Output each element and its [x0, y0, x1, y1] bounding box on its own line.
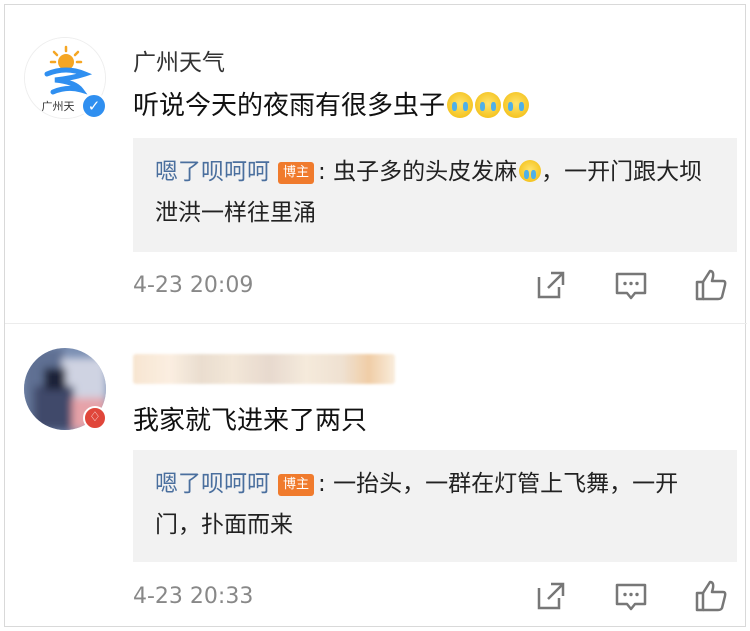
comment-item: 广州天 ✓ 广州天气 听说今天的夜雨有很多虫子 嗯了呗呵呵 博主: 虫子多的头皮发…	[5, 5, 747, 323]
reply-box[interactable]: 嗯了呗呵呵 博主: 虫子多的头皮发麻 ，一开门跟大坝泄洪一样往里涌	[133, 138, 737, 252]
comment-content: 听说今天的夜雨有很多虫子	[133, 85, 530, 122]
reply-content: 虫子多的头皮发麻	[333, 159, 518, 185]
timestamp: 4-23 20:33	[133, 584, 254, 609]
username-blurred[interactable]	[133, 354, 395, 384]
share-icon[interactable]	[533, 267, 569, 303]
reply-colon: :	[318, 471, 334, 497]
author-badge: 博主	[278, 162, 315, 184]
like-icon[interactable]	[693, 267, 729, 303]
comment-content: 我家就飞进来了两只	[133, 406, 368, 436]
comment-list: 广州天 ✓ 广州天气 听说今天的夜雨有很多虫子 嗯了呗呵呵 博主: 虫子多的头皮发…	[4, 4, 747, 628]
reply-text: 嗯了呗呵呵 博主: 虫子多的头皮发麻 ，一开门跟大坝泄洪一样往里涌	[155, 152, 717, 234]
comment-text: 听说今天的夜雨有很多虫子	[133, 91, 446, 121]
comment-icon[interactable]	[613, 578, 649, 614]
crying-emoji-icon	[475, 92, 502, 118]
comment-icon[interactable]	[613, 267, 649, 303]
reply-text: 嗯了呗呵呵 博主: 一抬头，一群在灯管上飞舞，一开门，扑面而来	[155, 464, 717, 546]
username[interactable]: 广州天气	[133, 43, 225, 77]
reply-box[interactable]: 嗯了呗呵呵 博主: 一抬头，一群在灯管上飞舞，一开门，扑面而来	[133, 450, 737, 562]
reply-colon: :	[318, 159, 334, 185]
comment-item: ♢ 我家就飞进来了两只 嗯了呗呵呵 博主: 一抬头，一群在灯管上飞舞，一开门，扑面…	[5, 323, 747, 628]
crying-emoji-icon	[519, 160, 542, 182]
reply-username[interactable]: 嗯了呗呵呵	[155, 159, 270, 185]
verified-badge-icon: ✓	[81, 93, 107, 119]
svg-text:广州天: 广州天	[42, 100, 75, 113]
author-badge: 博主	[278, 474, 315, 496]
reply-username[interactable]: 嗯了呗呵呵	[155, 471, 270, 497]
crying-emoji-icon	[447, 92, 474, 118]
timestamp: 4-23 20:09	[133, 273, 254, 298]
crying-emoji-icon	[503, 92, 530, 118]
vip-badge-icon: ♢	[83, 406, 107, 430]
like-icon[interactable]	[693, 578, 729, 614]
share-icon[interactable]	[533, 578, 569, 614]
